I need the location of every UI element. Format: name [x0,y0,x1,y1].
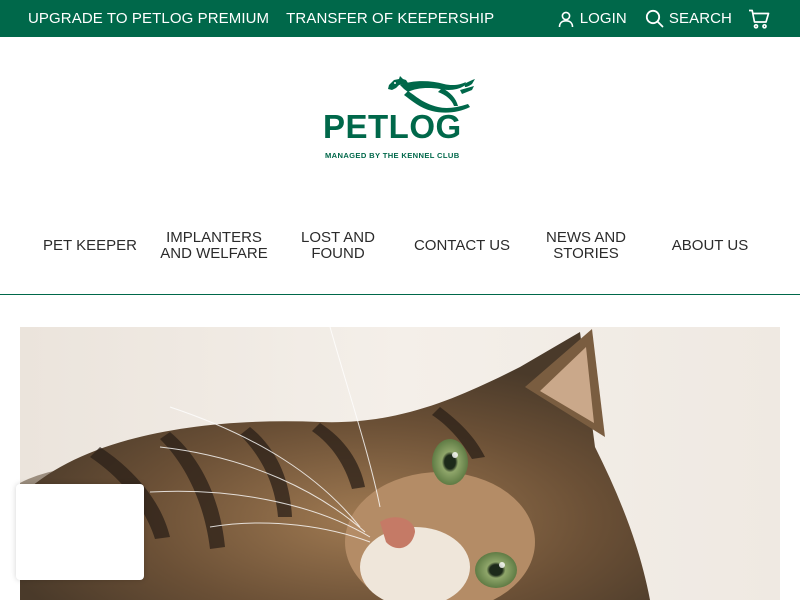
topbar-left-links: UPGRADE TO PETLOG PREMIUM TRANSFER OF KE… [28,10,511,27]
cart-icon [749,9,770,29]
login-link[interactable]: LOGIN [557,10,627,28]
nav-item-contact-us[interactable]: CONTACT US [400,210,524,282]
topbar-right-links: LOGIN SEARCH [539,9,770,29]
search-link[interactable]: SEARCH [645,9,732,28]
nav-item-lost-and-found[interactable]: LOST AND FOUND [276,210,400,282]
logo-wordmark: PETLOG [323,108,462,145]
logo-tagline: MANAGED BY THE KENNEL CLUB [325,151,460,160]
nav-item-about-us[interactable]: ABOUT US [648,210,772,282]
cart-button[interactable] [748,9,770,29]
nav-item-news-and-stories[interactable]: NEWS AND STORIES [524,210,648,282]
login-label: LOGIN [579,10,627,27]
petlog-logo[interactable]: PETLOG MANAGED BY THE KENNEL CLUB [320,74,480,164]
nav-item-pet-keeper[interactable]: PET KEEPER [28,210,152,282]
search-label: SEARCH [668,10,732,27]
floating-widget-panel[interactable] [16,484,144,580]
main-navigation: PET KEEPER IMPLANTERS AND WELFARE LOST A… [0,210,800,295]
transfer-keepership-link[interactable]: TRANSFER OF KEEPERSHIP [286,10,494,27]
top-utility-bar: UPGRADE TO PETLOG PREMIUM TRANSFER OF KE… [0,0,800,37]
upgrade-premium-link[interactable]: UPGRADE TO PETLOG PREMIUM [28,10,269,27]
nav-item-implanters-and-welfare[interactable]: IMPLANTERS AND WELFARE [152,210,276,282]
user-icon [558,11,573,27]
search-icon [645,9,664,28]
